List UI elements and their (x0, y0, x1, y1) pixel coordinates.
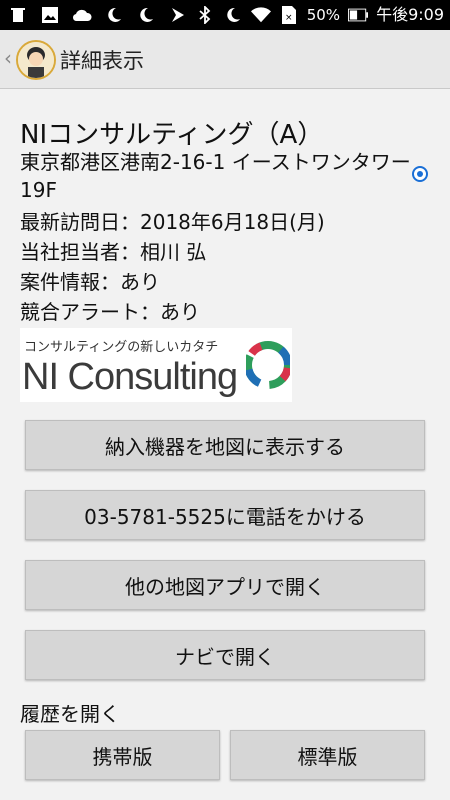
history-label: 履歴を開く (20, 702, 120, 726)
status-bar: × 50% 午後9:09 (0, 0, 450, 30)
logo-tagline: コンサルティングの新しいカタチ (24, 340, 219, 355)
bluetooth-icon (195, 5, 215, 25)
wifi-icon (250, 5, 271, 25)
moon-icon (136, 5, 156, 25)
open-navigation-button[interactable]: ナビで開く (25, 630, 425, 680)
trash-icon (8, 5, 28, 25)
sales-rep: 当社担当者：相川 弘 (20, 240, 207, 264)
avatar[interactable] (16, 40, 56, 80)
app-bar: ‹ 詳細表示 (0, 30, 450, 89)
company-logo: コンサルティングの新しいカタチ NI Consulting (20, 328, 292, 402)
status-bar-right: × 50% 午後9:09 (195, 5, 444, 25)
call-phone-button[interactable]: 03-5781-5525に電話をかける (25, 490, 425, 540)
company-name: NIコンサルティング（A） (20, 120, 324, 150)
competitor-alert: 競合アラート：あり (20, 300, 200, 324)
cloud-icon (72, 5, 92, 25)
moon-icon (223, 5, 243, 25)
history-standard-button[interactable]: 標準版 (230, 730, 425, 780)
company-address: 東京都港区港南2-16-1 イーストワンタワー19F (20, 150, 411, 202)
moon-icon (104, 5, 124, 25)
clock: 午後9:09 (376, 5, 444, 24)
last-visit-date: 最新訪問日：2018年6月18日(月) (20, 210, 325, 234)
open-other-map-app-button[interactable]: 他の地図アプリで開く (25, 560, 425, 610)
logo-wordmark: NI Consulting (22, 356, 238, 398)
logo-mark-icon (246, 341, 290, 389)
history-mobile-button[interactable]: 携帯版 (25, 730, 220, 780)
battery-icon (348, 5, 369, 25)
flag-icon (168, 5, 188, 25)
battery-percent: 50% (306, 6, 341, 24)
page-title: 詳細表示 (60, 49, 144, 73)
select-radio[interactable] (412, 166, 428, 182)
svg-text:×: × (285, 13, 293, 23)
status-bar-left (8, 5, 188, 25)
case-info: 案件情報：あり (20, 270, 160, 294)
image-icon (40, 5, 60, 25)
back-chevron-icon[interactable]: ‹ (4, 46, 12, 70)
sim-icon: × (279, 5, 299, 25)
show-equipment-on-map-button[interactable]: 納入機器を地図に表示する (25, 420, 425, 470)
